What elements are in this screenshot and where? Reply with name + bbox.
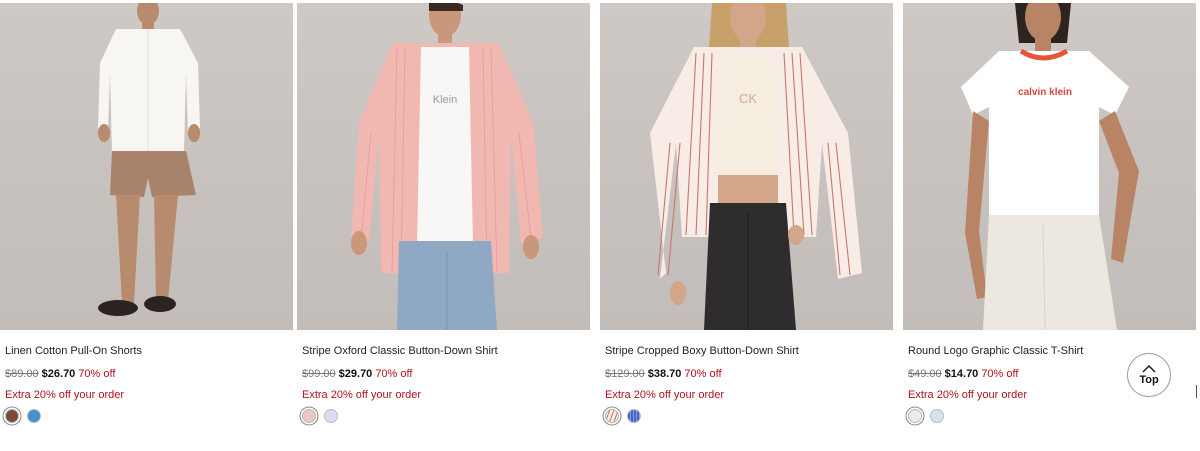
sale-price: $29.70 — [338, 368, 373, 380]
back-to-top-button[interactable]: Top — [1127, 353, 1171, 397]
color-swatch-pink[interactable] — [302, 409, 316, 423]
product-grid: Linen Cotton Pull-On Shorts $89.00 $26.70… — [0, 0, 1200, 451]
discount-label: 70% off — [375, 368, 413, 380]
product-name[interactable]: Stripe Oxford Classic Button-Down Shirt — [302, 345, 498, 357]
color-swatches — [908, 409, 944, 423]
promo-text: Extra 20% off your order — [5, 389, 125, 401]
product-image[interactable]: calvin klein — [903, 3, 1196, 330]
product-card[interactable]: Linen Cotton Pull-On Shorts $89.00 $26.70… — [0, 0, 293, 451]
product-name[interactable]: Round Logo Graphic Classic T-Shirt — [908, 345, 1083, 357]
model-shorts-illustration — [98, 3, 200, 316]
color-swatch-brown[interactable] — [5, 409, 19, 423]
discount-label: 70% off — [78, 368, 116, 380]
sale-price: $26.70 — [41, 368, 76, 380]
price-block: $129.00 $38.70 70% off — [605, 368, 722, 380]
original-price: $49.00 — [908, 368, 942, 380]
color-swatches — [5, 409, 41, 423]
svg-text:calvin klein: calvin klein — [1018, 87, 1072, 98]
original-price: $89.00 — [5, 368, 39, 380]
promo-text: Extra 20% off your order — [302, 389, 422, 401]
back-to-top-label: Top — [1139, 373, 1159, 386]
product-name[interactable]: Stripe Cropped Boxy Button-Down Shirt — [605, 345, 799, 357]
price-block: $99.00 $29.70 70% off — [302, 368, 412, 380]
color-swatches — [605, 409, 641, 423]
product-image[interactable] — [0, 3, 293, 330]
discount-label: 70% off — [981, 368, 1019, 380]
color-swatch-stripe-red[interactable] — [605, 409, 619, 423]
price-block: $89.00 $26.70 70% off — [5, 368, 115, 380]
color-swatches — [302, 409, 338, 423]
model-striped-shirt-illustration: CK — [650, 3, 862, 330]
text-cursor — [1196, 385, 1197, 398]
sale-price: $14.70 — [944, 368, 979, 380]
color-swatch-lavender[interactable] — [324, 409, 338, 423]
svg-text:CK: CK — [739, 91, 757, 106]
color-swatch-stripe-blue[interactable] — [627, 409, 641, 423]
product-card[interactable]: Klein Stripe Oxford Classic Button-Down … — [297, 0, 590, 451]
price-block: $49.00 $14.70 70% off — [908, 368, 1018, 380]
model-pink-shirt-illustration: Klein — [351, 3, 543, 330]
promo-text: Extra 20% off your order — [605, 389, 725, 401]
svg-text:Klein: Klein — [433, 94, 457, 106]
color-swatch-light-blue[interactable] — [930, 409, 944, 423]
color-swatch-blue[interactable] — [27, 409, 41, 423]
original-price: $129.00 — [605, 368, 645, 380]
discount-label: 70% off — [684, 368, 722, 380]
model-logo-tee-illustration: calvin klein — [961, 3, 1139, 330]
product-name[interactable]: Linen Cotton Pull-On Shorts — [5, 345, 142, 357]
product-card[interactable]: CK Stripe Cropped Boxy Button-Down Shirt… — [600, 0, 893, 451]
product-image[interactable]: Klein — [297, 3, 590, 330]
promo-text: Extra 20% off your order — [908, 389, 1028, 401]
original-price: $99.00 — [302, 368, 336, 380]
product-image[interactable]: CK — [600, 3, 893, 330]
sale-price: $38.70 — [647, 368, 682, 380]
color-swatch-white[interactable] — [908, 409, 922, 423]
chevron-up-icon — [1142, 364, 1156, 372]
